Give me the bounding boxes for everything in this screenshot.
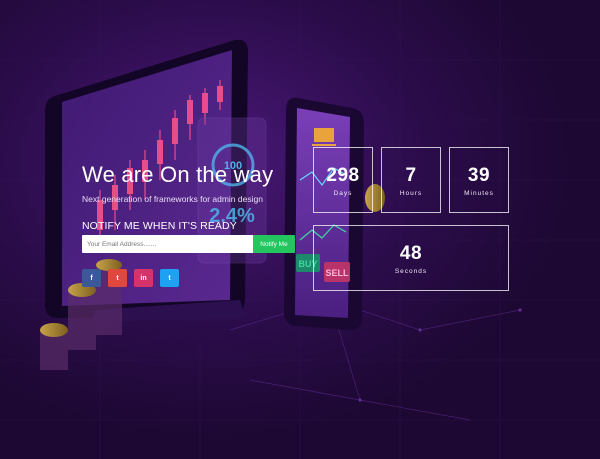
hero-section: We are On the way Next generation of fra…: [82, 162, 312, 232]
notify-form: Notify Me: [82, 235, 295, 253]
minutes-label: Minutes: [464, 190, 494, 197]
page-title: We are On the way: [82, 162, 274, 187]
page-subtitle: Next generation of frameworks for admin …: [82, 194, 263, 204]
twitter-icon[interactable]: t: [108, 269, 127, 287]
countdown-seconds: 48 Seconds: [313, 225, 509, 291]
countdown-minutes: 39 Minutes: [449, 147, 509, 213]
facebook-icon[interactable]: f: [82, 269, 101, 287]
notify-me-button[interactable]: Notify Me: [253, 235, 295, 253]
linkedin-icon[interactable]: in: [134, 269, 153, 287]
twitter-alt-icon[interactable]: t: [160, 269, 179, 287]
seconds-value: 48: [399, 243, 423, 264]
minutes-value: 39: [467, 165, 491, 186]
hours-value: 7: [405, 165, 417, 186]
social-links: f t in t: [82, 269, 179, 287]
days-value: 298: [326, 165, 360, 186]
seconds-label: Seconds: [394, 268, 428, 275]
days-label: Days: [333, 190, 353, 197]
email-input[interactable]: [82, 235, 253, 253]
hours-label: Hours: [399, 190, 423, 197]
notify-heading: NOTIFY ME WHEN IT'S READY: [82, 220, 237, 232]
countdown-days: 298 Days: [313, 147, 373, 213]
countdown-hours: 7 Hours: [381, 147, 441, 213]
